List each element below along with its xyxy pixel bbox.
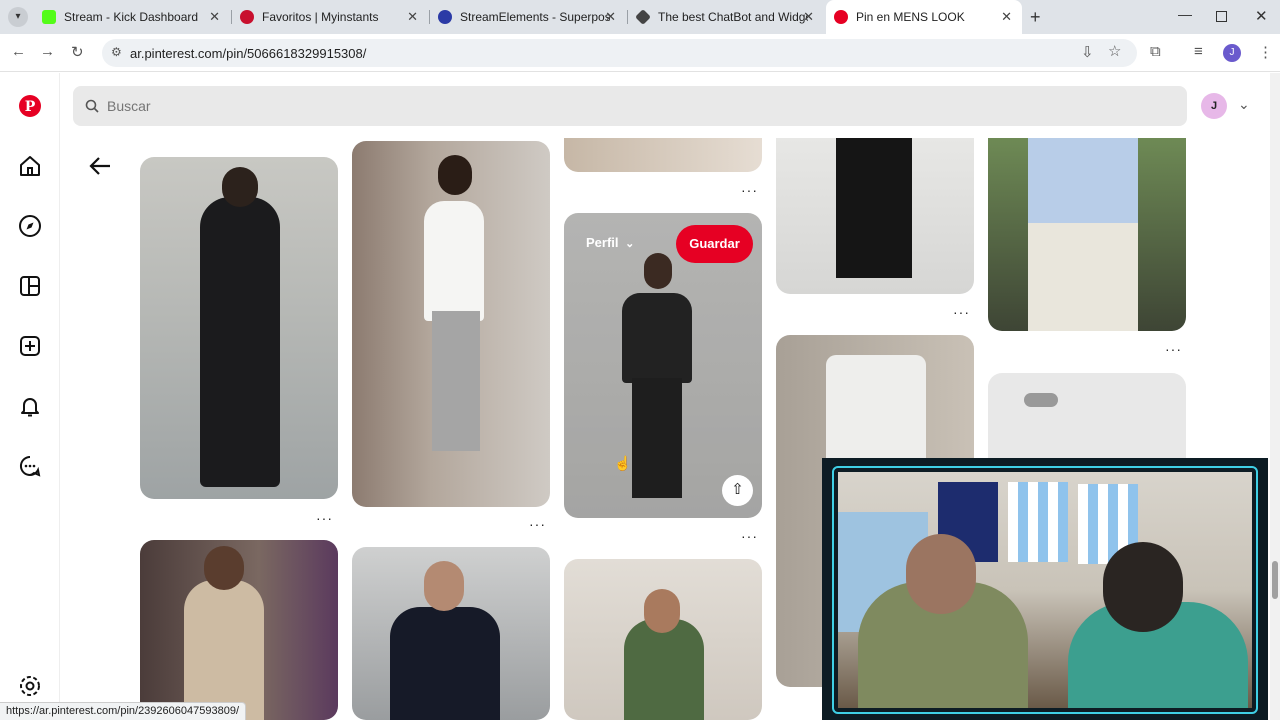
forward-icon[interactable]: →: [40, 43, 55, 60]
more-options-button[interactable]: ···: [741, 528, 758, 544]
site-info-icon[interactable]: ⚙: [111, 45, 122, 59]
bookmark-star-icon[interactable]: ☆: [1108, 42, 1121, 60]
status-bar-url: https://ar.pinterest.com/pin/23926060475…: [0, 702, 247, 720]
restore-icon[interactable]: [1216, 11, 1227, 22]
search-input[interactable]: [107, 86, 1167, 126]
share-upload-icon[interactable]: ⇧: [722, 475, 753, 506]
tab-pinterest[interactable]: Pin en MENS LOOK ✕: [826, 0, 1022, 34]
pin-image[interactable]: [564, 138, 762, 172]
close-tab-icon[interactable]: ✕: [605, 9, 616, 25]
webcam-overlay: [822, 458, 1268, 720]
more-options-button[interactable]: ···: [953, 304, 970, 320]
tab-title: Stream - Kick Dashboard: [64, 10, 199, 24]
url-text: ar.pinterest.com/pin/5066618329915308/: [130, 46, 367, 61]
close-tab-icon[interactable]: ✕: [209, 9, 220, 25]
minimize-icon[interactable]: —: [1178, 6, 1192, 22]
more-options-button[interactable]: ···: [316, 510, 333, 526]
notifications-bell-icon[interactable]: [18, 394, 42, 418]
pin-image[interactable]: [988, 138, 1186, 331]
explore-icon[interactable]: [18, 214, 42, 238]
profile-label: Perfil: [586, 235, 619, 250]
browser-menu-icon[interactable]: ⋮: [1258, 43, 1273, 61]
close-window-icon[interactable]: ✕: [1255, 7, 1268, 25]
tab-title: The best ChatBot and Widgets: [658, 10, 808, 24]
pinterest-favicon-icon: [834, 10, 848, 24]
search-bar: [73, 86, 1187, 126]
settings-gear-icon[interactable]: [18, 674, 42, 698]
account-chevron-down-icon[interactable]: ⌄: [1238, 96, 1250, 113]
pinterest-logo-icon[interactable]: P: [18, 94, 42, 118]
page-scrollbar[interactable]: [1270, 73, 1280, 720]
back-arrow-icon[interactable]: [88, 155, 112, 177]
back-icon[interactable]: ←: [11, 43, 26, 60]
extensions-icon[interactable]: ⧉: [1150, 43, 1161, 60]
tab-title: StreamElements - Superposicio: [460, 10, 610, 24]
pin-image[interactable]: [352, 547, 550, 720]
hovered-pin[interactable]: Perfil ⌄ Guardar ⇧: [564, 213, 762, 518]
user-avatar[interactable]: J: [1201, 93, 1227, 119]
address-bar[interactable]: ⚙ ar.pinterest.com/pin/5066618329915308/: [102, 39, 1137, 67]
tab-kick[interactable]: Stream - Kick Dashboard ✕: [34, 0, 230, 34]
search-icon: [85, 99, 99, 113]
close-tab-icon[interactable]: ✕: [803, 9, 814, 25]
pin-image[interactable]: [140, 540, 338, 720]
tab-title: Favoritos | Myinstants: [262, 10, 379, 24]
save-button[interactable]: Guardar: [676, 225, 753, 263]
boards-icon[interactable]: [18, 274, 42, 298]
webcam-feed: [838, 472, 1252, 708]
tab-myinstants[interactable]: Favoritos | Myinstants ✕: [232, 0, 428, 34]
more-options-button[interactable]: ···: [741, 182, 758, 198]
more-options-button[interactable]: ···: [1165, 341, 1182, 357]
browser-toolbar: ← → ↻ ⚙ ar.pinterest.com/pin/50666183299…: [0, 34, 1280, 72]
media-controls-icon[interactable]: ≡: [1194, 43, 1203, 60]
pin-image[interactable]: [140, 157, 338, 499]
pin-image[interactable]: [564, 559, 762, 720]
chevron-down-icon: ⌄: [625, 238, 635, 250]
install-app-icon[interactable]: ⇩: [1081, 43, 1094, 61]
new-tab-icon[interactable]: +: [1030, 7, 1041, 28]
reload-icon[interactable]: ↻: [71, 43, 84, 61]
home-icon[interactable]: [18, 154, 42, 178]
chatbot-favicon-icon: [635, 9, 651, 25]
messages-icon[interactable]: [18, 454, 42, 478]
myinstants-favicon-icon: [240, 10, 254, 24]
tab-chatbot[interactable]: The best ChatBot and Widgets ✕: [628, 0, 824, 34]
tab-search-button[interactable]: ▾: [8, 7, 28, 27]
scrollbar-thumb[interactable]: [1272, 561, 1278, 599]
streamelements-favicon-icon: [438, 10, 452, 24]
more-options-button[interactable]: ···: [529, 516, 546, 532]
close-tab-icon[interactable]: ✕: [1001, 9, 1012, 25]
create-icon[interactable]: [18, 334, 42, 358]
profile-board-selector[interactable]: Perfil ⌄: [586, 235, 634, 250]
tab-streamelements[interactable]: StreamElements - Superposicio ✕: [430, 0, 626, 34]
pin-image[interactable]: [352, 141, 550, 507]
close-tab-icon[interactable]: ✕: [407, 9, 418, 25]
svg-text:P: P: [25, 99, 36, 115]
pin-image[interactable]: [776, 138, 974, 294]
pinterest-sidebar: P: [0, 73, 60, 720]
kick-favicon-icon: [42, 10, 56, 24]
tab-title: Pin en MENS LOOK: [856, 10, 965, 24]
mouse-cursor-icon: ☝: [614, 455, 632, 471]
profile-avatar[interactable]: J: [1223, 44, 1241, 62]
tab-strip: ▾ Stream - Kick Dashboard ✕ Favoritos | …: [0, 0, 1280, 34]
